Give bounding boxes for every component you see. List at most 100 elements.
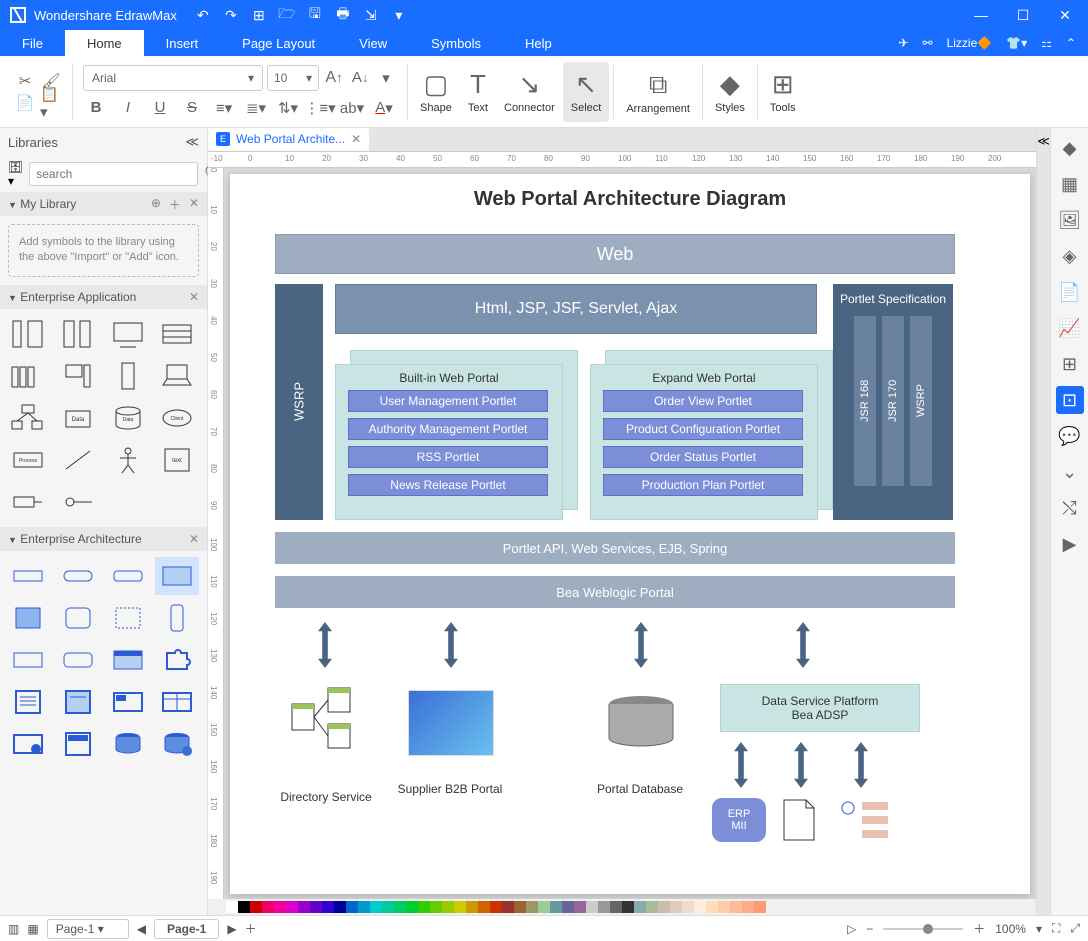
round2-shape[interactable] [56, 641, 100, 679]
table-icon[interactable]: ⊞ [1056, 350, 1084, 378]
color-swatch[interactable] [394, 901, 406, 913]
color-swatch[interactable] [466, 901, 478, 913]
arrow-7[interactable] [854, 742, 868, 788]
vertical-text-icon[interactable]: ab▾ [341, 97, 363, 119]
towers-shape[interactable] [6, 357, 50, 395]
monitor-shape[interactable] [106, 315, 150, 353]
menu-file[interactable]: File [0, 30, 65, 56]
menu-view[interactable]: View [337, 30, 409, 56]
portal-db-image[interactable] [606, 694, 676, 750]
fit-icon[interactable]: ⛶ [1052, 921, 1060, 936]
send-icon[interactable]: ✈ [898, 36, 908, 50]
shape-button[interactable]: ▢Shape [412, 62, 460, 122]
fill-icon[interactable]: ◆ [1056, 134, 1084, 162]
color-swatch[interactable] [250, 901, 262, 913]
connector-button[interactable]: ↘Connector [496, 62, 563, 122]
pc-shape[interactable] [56, 357, 100, 395]
color-swatch[interactable] [490, 901, 502, 913]
close-ent-arch-icon[interactable]: ✕ [189, 532, 199, 546]
ellipse-shape[interactable]: Client [155, 399, 199, 437]
flag-shape[interactable] [6, 483, 50, 521]
paste-icon[interactable]: 📋▾ [40, 92, 62, 114]
pages-view-icon[interactable]: ▥ [8, 922, 19, 936]
color-swatch[interactable] [754, 901, 766, 913]
color-swatch[interactable] [562, 901, 574, 913]
grid-icon[interactable]: ▦ [1056, 170, 1084, 198]
color-swatch[interactable] [598, 901, 610, 913]
tree-icon[interactable]: ⌄ [1056, 458, 1084, 486]
color-swatch[interactable] [538, 901, 550, 913]
strike-icon[interactable]: S [181, 97, 203, 119]
font-color-icon[interactable]: A▾ [373, 97, 395, 119]
zoom-in-icon[interactable]: ＋ [973, 920, 985, 937]
collapse-ribbon-icon[interactable]: ⌃ [1066, 36, 1076, 50]
italic-icon[interactable]: I [117, 97, 139, 119]
data-shape[interactable]: Data [56, 399, 100, 437]
qat-dropdown-icon[interactable]: ▾ [389, 5, 409, 25]
color-swatch[interactable] [370, 901, 382, 913]
color-swatch[interactable] [418, 901, 430, 913]
color-swatch[interactable] [718, 901, 730, 913]
builtin-p2[interactable]: Authority Management Portlet [348, 418, 548, 440]
font-more-icon[interactable]: ▾ [375, 67, 397, 89]
actor-shape[interactable] [106, 441, 150, 479]
minimize-button[interactable]: — [966, 1, 996, 29]
color-palette[interactable] [208, 899, 1036, 915]
properties-icon[interactable]: ⊡ [1056, 386, 1084, 414]
tools-button[interactable]: ⊞Tools [762, 62, 804, 122]
align-vert-icon[interactable]: ≣▾ [245, 97, 267, 119]
library-picker-icon[interactable]: 🗄▾ [8, 160, 23, 188]
image-icon[interactable]: 🖼 [1056, 206, 1084, 234]
spec-box[interactable]: Portlet Specification JSR 168 JSR 170 WS… [833, 284, 953, 520]
color-swatch[interactable] [298, 901, 310, 913]
align-left-icon[interactable]: ≡▾ [213, 97, 235, 119]
blue-filled-shape[interactable] [155, 557, 199, 595]
canvas[interactable]: Web Portal Architecture Diagram Web WSRP… [224, 168, 1036, 899]
calc-shape[interactable] [56, 725, 100, 763]
collapse-libraries-icon[interactable]: ≪ [185, 134, 199, 150]
rect2-shape[interactable] [6, 641, 50, 679]
zoom-slider[interactable] [883, 928, 963, 930]
phone-shape[interactable] [155, 599, 199, 637]
add-page-icon[interactable]: ＋ [245, 920, 257, 937]
blue-rect-shape[interactable] [6, 557, 50, 595]
color-swatch[interactable] [658, 901, 670, 913]
network-shape[interactable] [6, 399, 50, 437]
bold-icon[interactable]: B [85, 97, 107, 119]
undo-icon[interactable]: ↶ [193, 5, 213, 25]
document-tab[interactable]: E Web Portal Archite... ✕ [208, 128, 369, 151]
my-library-title[interactable]: My Library [20, 197, 76, 211]
blue-sq2-shape[interactable] [56, 599, 100, 637]
doclines-shape[interactable] [6, 683, 50, 721]
new-icon[interactable]: ⊞ [249, 5, 269, 25]
shrink-font-icon[interactable]: A↓ [349, 67, 371, 89]
print-icon[interactable]: 🖶 [333, 5, 353, 25]
close-lib-icon[interactable]: ✕ [189, 196, 199, 213]
expand-p4[interactable]: Production Plan Portlet [603, 474, 803, 496]
export-icon[interactable]: ⇲ [361, 5, 381, 25]
color-swatch[interactable] [322, 901, 334, 913]
menu-page-layout[interactable]: Page Layout [220, 30, 337, 56]
lollipop-shape[interactable] [56, 483, 100, 521]
page[interactable]: Web Portal Architecture Diagram Web WSRP… [230, 174, 1030, 894]
db2-shape[interactable] [155, 725, 199, 763]
text-button[interactable]: TText [460, 62, 496, 122]
arrangement-button[interactable]: ⧉Arrangement [618, 62, 698, 122]
laptop-shape[interactable] [155, 357, 199, 395]
expand-p3[interactable]: Order Status Portlet [603, 446, 803, 468]
cut-icon[interactable]: ✂ [14, 70, 36, 92]
dsp-box[interactable]: Data Service Platform Bea ADSP [720, 684, 920, 732]
expand-p2[interactable]: Product Configuration Portlet [603, 418, 803, 440]
frameworks-box[interactable]: Html, JSP, JSF, Servlet, Ajax [335, 284, 817, 334]
table-shape[interactable] [155, 683, 199, 721]
directory-service-image[interactable] [288, 684, 358, 754]
card-shape[interactable] [106, 683, 150, 721]
menu-insert[interactable]: Insert [144, 30, 221, 56]
color-swatch[interactable] [238, 901, 250, 913]
underline-icon[interactable]: U [149, 97, 171, 119]
bullets-icon[interactable]: ⋮≡▾ [309, 97, 331, 119]
tower-shape[interactable] [106, 357, 150, 395]
spec-c3[interactable]: WSRP [910, 316, 932, 486]
erp-box[interactable]: ERPMII [712, 798, 766, 842]
color-swatch[interactable] [670, 901, 682, 913]
